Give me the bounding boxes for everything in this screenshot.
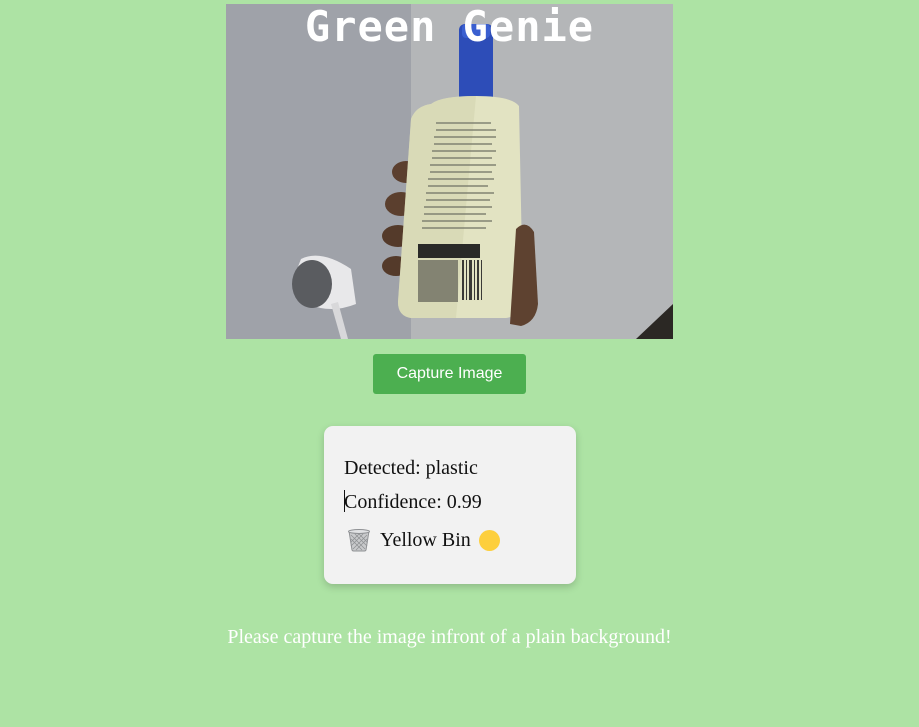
wastebasket-icon	[346, 528, 372, 552]
bin-row: Yellow Bin	[344, 526, 576, 554]
confidence-label: Confidence: 0.99	[344, 491, 482, 513]
yellow-circle-icon	[478, 529, 500, 551]
app-page: Green Genie Capture Image Detected: plas…	[0, 0, 919, 727]
detected-label: Detected: plastic	[344, 457, 478, 479]
camera-scene	[226, 4, 673, 339]
app-title: Green Genie	[304, 4, 595, 51]
bin-label: Yellow Bin	[380, 529, 471, 551]
result-card: Detected: plastic Confidence: 0.99 Yello…	[324, 426, 576, 584]
capture-image-button[interactable]: Capture Image	[373, 354, 526, 394]
instruction-text: Please capture the image infront of a pl…	[227, 626, 672, 648]
confidence-row: Confidence: 0.99	[344, 490, 576, 524]
camera-feed: Green Genie	[226, 4, 673, 339]
